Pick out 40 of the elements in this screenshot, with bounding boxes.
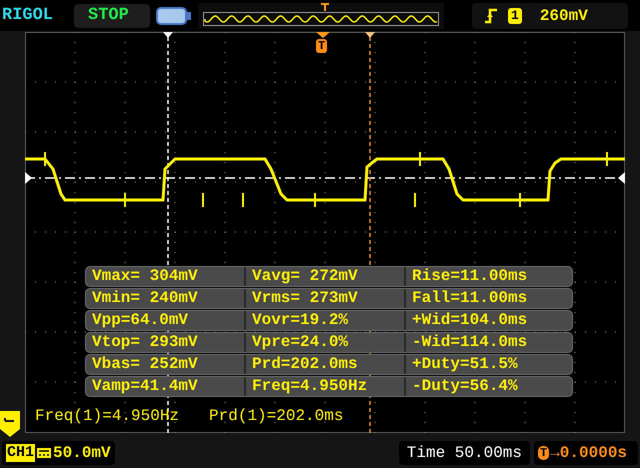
measurement-value: Vmax= 304mV bbox=[86, 267, 246, 286]
trigger-marker: T bbox=[316, 39, 328, 53]
trigger-offset-panel[interactable]: T →0.0000s bbox=[534, 440, 638, 464]
measurement-value: Vtop= 293mV bbox=[86, 333, 246, 352]
measurement-readout: Freq(1)=4.950Hz bbox=[35, 406, 180, 427]
measurement-value: Freq=4.950Hz bbox=[246, 377, 406, 396]
channel-scale-panel[interactable]: CH1 50.0mV bbox=[2, 440, 115, 464]
measurement-value: Vamp=41.4mV bbox=[86, 377, 246, 396]
rising-edge-icon bbox=[484, 8, 498, 24]
measurement-value: Fall=11.00ms bbox=[411, 289, 528, 308]
measurement-value: +Duty=51.5% bbox=[411, 355, 519, 374]
measurement-value: Vrms= 273mV bbox=[246, 289, 406, 308]
trigger-badge: T bbox=[538, 446, 550, 460]
trigger-level: 260mV bbox=[540, 6, 588, 26]
channel-badge: 1 bbox=[508, 8, 522, 24]
trigger-panel[interactable]: 1 260mV bbox=[472, 2, 628, 28]
measurement-value: Rise=11.00ms bbox=[411, 267, 528, 286]
measurement-readout: Prd(1)=202.0ms bbox=[209, 406, 344, 427]
measurement-value: Vovr=19.2% bbox=[246, 311, 406, 330]
measurement-value: Vpre=24.0% bbox=[246, 333, 406, 352]
trigger-position-icon bbox=[321, 2, 329, 10]
measurement-value: Vbas= 252mV bbox=[86, 355, 246, 374]
measurement-value: Vpp=64.0mV bbox=[86, 311, 246, 330]
run-state[interactable]: STOP bbox=[74, 4, 150, 28]
dc-coupling-icon bbox=[37, 448, 52, 458]
brand-logo: RIGOL bbox=[2, 4, 54, 27]
trigger-offset: →0.0000s bbox=[550, 442, 628, 464]
level-marker-icon bbox=[618, 172, 625, 184]
channel-scale: 50.0mV bbox=[53, 442, 111, 464]
level-marker-icon bbox=[25, 172, 32, 184]
channel-label: CH1 bbox=[6, 444, 36, 462]
measurement-value: Vavg= 272mV bbox=[246, 267, 406, 286]
battery-icon bbox=[156, 6, 192, 24]
channel-level-marker-icon bbox=[0, 411, 20, 437]
measurement-value: +Wid=104.0ms bbox=[411, 311, 528, 330]
measurement-value: Vmin= 240mV bbox=[86, 289, 246, 308]
timebase[interactable]: Time 50.00ms bbox=[398, 440, 530, 464]
measurement-value: -Wid=114.0ms bbox=[411, 333, 528, 352]
measurement-value: Prd=202.0ms bbox=[246, 355, 406, 374]
measurement-value: -Duty=56.4% bbox=[411, 377, 519, 396]
